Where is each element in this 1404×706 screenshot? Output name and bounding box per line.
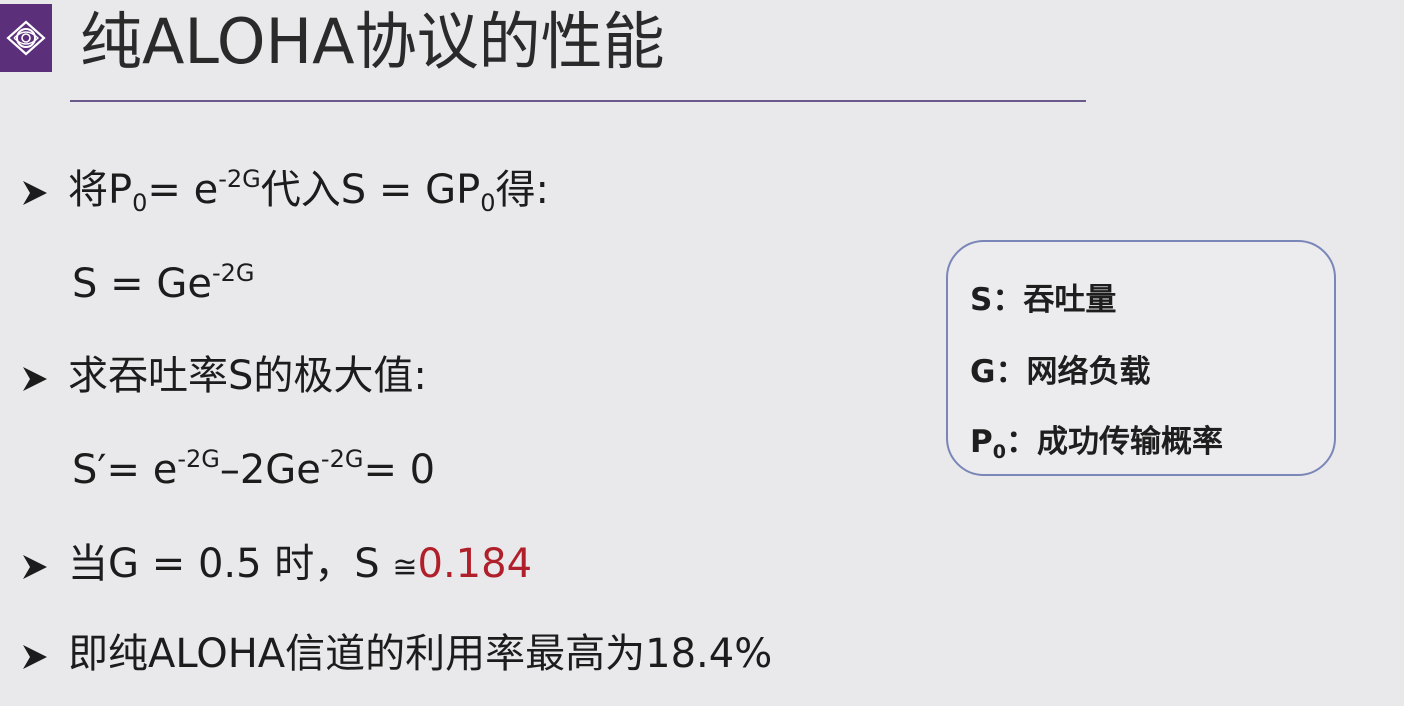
superscript: -2G	[211, 259, 255, 287]
superscript: -2G	[177, 445, 220, 473]
subscript: 0	[992, 441, 1006, 463]
definition-text: ：成功传输概率	[1005, 424, 1223, 460]
formula-derivative: S′= e-2G–2Ge-2G= 0	[72, 446, 435, 494]
formula-throughput: S = Ge-2G	[72, 260, 254, 308]
definition-text: P	[970, 424, 993, 460]
definition-s: S：吞吐量	[970, 282, 1117, 318]
formula-text: S′= e	[72, 447, 178, 493]
title-divider	[70, 100, 1086, 102]
formula-text: –2Ge	[219, 447, 321, 493]
bullet-maximize: 求吞吐率S的极大值:	[68, 353, 427, 399]
definition-p0: P0：成功传输概率	[970, 422, 1223, 462]
bullet-text: 得:	[495, 167, 549, 213]
logo-icon	[6, 20, 46, 56]
bullet-text: 代入S = GP	[260, 167, 481, 213]
arrowhead-bullet-icon	[23, 181, 47, 205]
superscript: -2G	[218, 165, 261, 193]
logo	[0, 4, 52, 72]
page-title: 纯ALOHA协议的性能	[80, 5, 665, 78]
bullet-conclusion: 即纯ALOHA信道的利用率最高为18.4%	[68, 631, 773, 677]
definition-g: G：网络负载	[970, 354, 1151, 390]
approx-symbol: ≅	[392, 550, 418, 585]
formula-text: = 0	[363, 447, 436, 493]
arrowhead-bullet-icon	[23, 367, 47, 391]
bullet-text: 当G = 0.5 时，S	[68, 541, 393, 587]
result-value: 0.184	[417, 541, 533, 587]
bullet-result: 当G = 0.5 时，S ≅0.184	[68, 540, 532, 592]
slide: 纯ALOHA协议的性能 将P0= e-2G代入S = GP0得: S = Ge-…	[0, 0, 1404, 706]
arrowhead-bullet-icon	[23, 645, 47, 669]
bullet-text: = e	[147, 167, 219, 213]
bullet-text: 将P	[68, 167, 133, 213]
formula-text: S = Ge	[72, 261, 212, 307]
bullet-substitution: 将P0= e-2G代入S = GP0得:	[68, 165, 549, 217]
arrowhead-bullet-icon	[23, 555, 47, 579]
superscript: -2G	[320, 445, 364, 473]
subscript: 0	[480, 189, 496, 217]
subscript: 0	[132, 189, 148, 217]
definitions-box: S：吞吐量 G：网络负载 P0：成功传输概率	[946, 240, 1336, 476]
